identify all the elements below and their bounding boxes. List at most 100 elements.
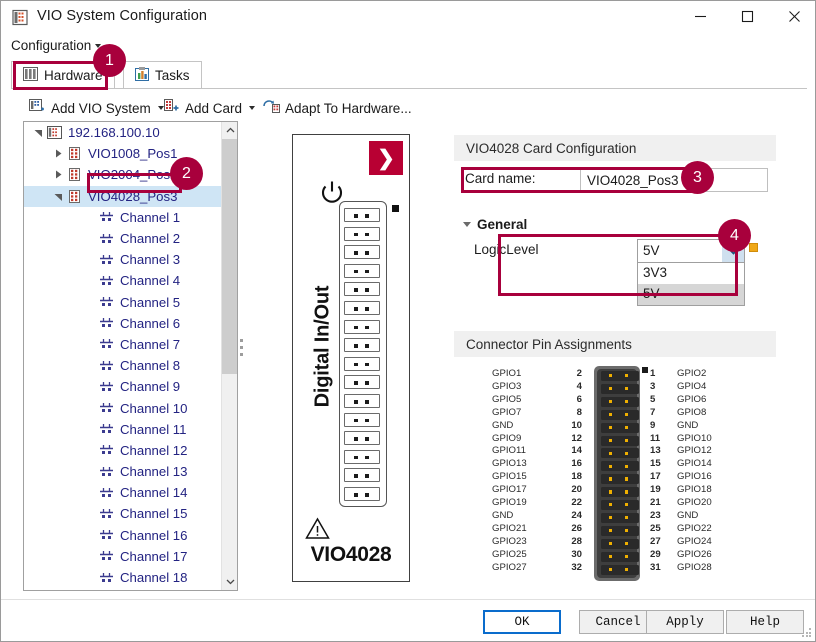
scroll-down-icon[interactable] (222, 573, 237, 590)
chevron-down-icon (249, 106, 256, 110)
tree-item-channel-15[interactable]: Channel 15 (24, 503, 222, 524)
pin-signal-name: GPIO5 (492, 393, 522, 405)
general-group-header[interactable]: General (463, 217, 527, 232)
tree-item-channel-16[interactable]: Channel 16 (24, 525, 222, 546)
hardware-tree-panel: 192.168.100.10 VIO1008_Pos1 VIO2004_Pos2 VI… (23, 121, 238, 591)
add-card-button[interactable]: Add Card (163, 96, 256, 120)
resize-grip[interactable] (802, 628, 812, 638)
channel-icon (98, 210, 115, 225)
pin-signal-name: GPIO9 (492, 432, 522, 444)
pin-row-left: GND 24 (454, 510, 590, 522)
pin-number: 29 (650, 548, 661, 560)
channel-icon (98, 252, 115, 267)
tree-item-channel-17[interactable]: Channel 17 (24, 546, 222, 567)
tree-item-label: VIO1008_Pos1 (88, 146, 178, 162)
tree-item-channel-3[interactable]: Channel 3 (24, 249, 222, 270)
grip-dot (240, 339, 243, 342)
tree-item-channel-13[interactable]: Channel 13 (24, 461, 222, 482)
menu-item-configuration[interactable]: Configuration (11, 38, 102, 53)
expander-triangle-icon[interactable] (463, 222, 471, 227)
pin-row-left: GPIO7 8 (454, 407, 590, 419)
tree-item-channel-5[interactable]: Channel 5 (24, 292, 222, 313)
minimize-button[interactable] (677, 1, 723, 31)
tree-item-label: VIO4028_Pos3 (88, 188, 178, 204)
adapt-to-hardware-button[interactable]: Adapt To Hardware... (263, 96, 412, 120)
expander-open-icon[interactable] (30, 125, 46, 141)
expander-closed-icon[interactable] (50, 146, 66, 162)
tree-item-channel-12[interactable]: Channel 12 (24, 440, 222, 461)
scrollbar-thumb[interactable] (222, 139, 237, 374)
pin-row-right: 9 GND (644, 420, 774, 432)
card-name-row: Card name: (462, 168, 768, 192)
pin-signal-name: GPIO14 (677, 458, 712, 470)
help-button[interactable]: Help (726, 610, 804, 634)
logic-level-option-3v3[interactable]: 3V3 (638, 263, 744, 284)
close-button[interactable] (771, 1, 815, 31)
maximize-button[interactable] (724, 1, 770, 31)
connector-pin-slot (601, 525, 639, 536)
tree-item-label: Channel 1 (120, 209, 181, 225)
card-terminal (344, 412, 380, 427)
pin-signal-name: GPIO17 (492, 484, 527, 496)
splitter-grip[interactable] (239, 339, 245, 363)
scroll-up-icon[interactable] (222, 122, 237, 139)
tree-item-label: Channel 9 (120, 379, 181, 395)
tree-item-channel-2[interactable]: Channel 2 (24, 228, 222, 249)
tab-tasks[interactable]: Tasks (123, 61, 202, 89)
connector-pin-slot (601, 538, 639, 549)
expander-open-icon[interactable] (50, 188, 66, 204)
tree-item-channel-4[interactable]: Channel 4 (24, 270, 222, 291)
tree-item-label: Channel 3 (120, 252, 181, 268)
tree-item-channel-9[interactable]: Channel 9 (24, 376, 222, 397)
expander-closed-icon[interactable] (50, 167, 66, 183)
apply-button[interactable]: Apply (646, 610, 724, 634)
logic-level-option-5v[interactable]: 5V (638, 284, 744, 305)
pin-row-right: 5 GPIO6 (644, 394, 774, 406)
pin-row-left: GPIO23 28 (454, 536, 590, 548)
connector-pin-slot (601, 487, 639, 498)
connector-pin-assignments-diagram: GPIO1 2 1 GPIO2 GPIO3 4 3 GPIO4 GPIO5 6 5 GPIO6 GPIO… (454, 361, 776, 586)
pin-number: 13 (650, 445, 661, 457)
card-terminal (344, 301, 380, 315)
tree-item-channel-10[interactable]: Channel 10 (24, 397, 222, 418)
tree-item-label: Channel 10 (120, 400, 188, 416)
card-icon (66, 189, 83, 204)
pin-row-right: 29 GPIO26 (644, 549, 774, 561)
tree-item-channel-1[interactable]: Channel 1 (24, 207, 222, 228)
pin-number: 9 (650, 419, 656, 431)
pin-number: 7 (650, 406, 656, 418)
hardware-tree[interactable]: 192.168.100.10 VIO1008_Pos1 VIO2004_Pos2 VI… (24, 122, 222, 590)
pin-signal-name: GPIO21 (492, 522, 527, 534)
card-terminal (344, 394, 380, 408)
card-terminal (344, 208, 380, 222)
pin-row-right: 17 GPIO16 (644, 471, 774, 483)
ok-button[interactable]: OK (483, 610, 561, 634)
tree-item-channel-19[interactable]: Channel 19 (24, 588, 222, 590)
tree-item-channel-8[interactable]: Channel 8 (24, 355, 222, 376)
pin-number: 6 (576, 393, 582, 405)
card-name-input[interactable] (580, 168, 768, 192)
tree-vertical-scrollbar[interactable] (221, 122, 237, 590)
tree-item-channel-11[interactable]: Channel 11 (24, 419, 222, 440)
tree-item-channel-7[interactable]: Channel 7 (24, 334, 222, 355)
tree-item-channel-18[interactable]: Channel 18 (24, 567, 222, 588)
logic-level-dropdown-list[interactable]: 3V3 5V (637, 263, 745, 306)
tree-item-channel-6[interactable]: Channel 6 (24, 313, 222, 334)
vio-system-icon (46, 125, 63, 140)
card-terminal (344, 431, 380, 446)
pin-number: 23 (650, 509, 661, 521)
card-icon (66, 167, 83, 182)
tree-item-channel-14[interactable]: Channel 14 (24, 482, 222, 503)
channel-icon (98, 273, 115, 288)
card-graphic: ❯ Digital In/Out VIO4028 (292, 134, 410, 582)
pin-number: 4 (576, 380, 582, 392)
add-vio-system-button[interactable]: Add VIO System (29, 96, 164, 120)
tree-item-root[interactable]: 192.168.100.10 (24, 122, 222, 143)
